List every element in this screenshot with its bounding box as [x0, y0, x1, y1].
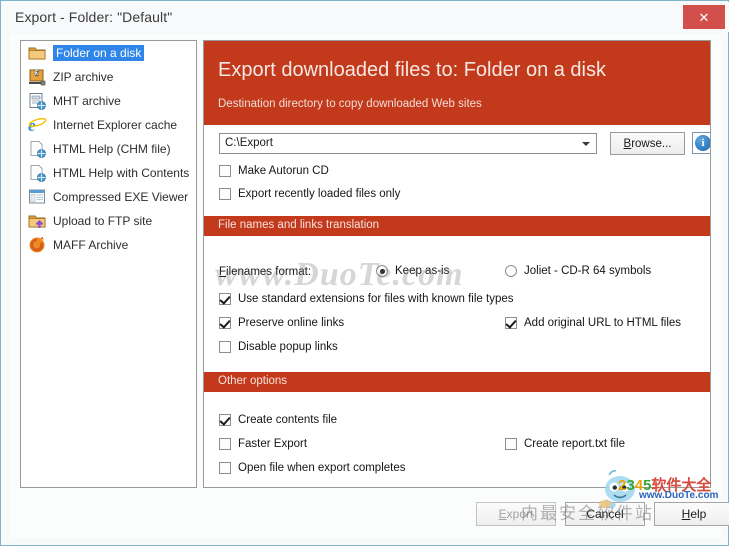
- checkbox-make-autorun-cd[interactable]: Make Autorun CD: [219, 165, 329, 177]
- chevron-down-icon[interactable]: [582, 142, 590, 146]
- browse-button-label-rest: rowse...: [631, 137, 672, 150]
- checkbox-label: Disable popup links: [238, 341, 338, 353]
- checkbox-box[interactable]: [219, 462, 231, 474]
- sidebar-item-compressed-exe-viewer[interactable]: Compressed EXE Viewer: [21, 185, 196, 209]
- checkbox-box[interactable]: [219, 293, 231, 305]
- cancel-button[interactable]: Cancel: [565, 502, 645, 526]
- title-bar: Export - Folder: "Default" ✕: [2, 2, 729, 32]
- checkbox-label: Use standard extensions for files with k…: [238, 293, 514, 305]
- destination-section: C:\Export Browse... i Make Autorun CD Ex…: [204, 125, 710, 216]
- sidebar-item-mht-archive[interactable]: MHT archive: [21, 89, 196, 113]
- dialog-button-bar: Export Cancel Help: [10, 496, 729, 538]
- mht-archive-icon: [27, 91, 47, 111]
- window-title: Export - Folder: "Default": [15, 9, 173, 25]
- maff-archive-icon: [27, 235, 47, 255]
- other-options-section: Create contents file Faster Export Open …: [204, 392, 710, 487]
- radio-button[interactable]: [376, 265, 388, 277]
- section-header-file-names: File names and links translation: [204, 216, 710, 236]
- checkbox-open-file-when-export-completes[interactable]: Open file when export completes: [219, 462, 405, 474]
- destination-section-label: Destination directory to copy downloaded…: [218, 98, 482, 110]
- sidebar-item-internet-explorer-cache[interactable]: e Internet Explorer cache: [21, 113, 196, 137]
- checkbox-preserve-online-links[interactable]: Preserve online links: [219, 317, 344, 329]
- browse-button[interactable]: Browse...: [610, 132, 685, 155]
- section-header-label: Other options: [218, 375, 288, 387]
- radio-label: Keep as-is: [395, 265, 450, 277]
- checkbox-box[interactable]: [219, 188, 231, 200]
- export-button[interactable]: Export: [476, 502, 556, 526]
- checkbox-label: Open file when export completes: [238, 462, 406, 474]
- checkbox-label: Create contents file: [238, 414, 338, 426]
- sidebar-item-folder-on-a-disk[interactable]: Folder on a disk: [21, 41, 196, 65]
- chm-contents-icon: [27, 163, 47, 183]
- info-button[interactable]: i: [692, 132, 710, 154]
- sidebar-item-label: Upload to FTP site: [53, 214, 153, 228]
- checkbox-faster-export[interactable]: Faster Export: [219, 438, 307, 450]
- checkbox-use-standard-extensions[interactable]: Use standard extensions for files with k…: [219, 293, 514, 305]
- sidebar-item-html-help-with-contents[interactable]: HTML Help with Contents: [21, 161, 196, 185]
- dialog-client-area: Folder on a disk Z ZIP archive MHT archi…: [10, 34, 729, 538]
- export-dialog-window: Export - Folder: "Default" ✕ Folder on a…: [0, 0, 729, 546]
- checkbox-box[interactable]: [219, 341, 231, 353]
- export-settings-panel: Export downloaded files to: Folder on a …: [203, 40, 711, 488]
- sidebar-item-label: ZIP archive: [53, 70, 114, 84]
- checkbox-box[interactable]: [505, 438, 517, 450]
- destination-directory-combobox[interactable]: C:\Export: [219, 133, 597, 154]
- ftp-upload-icon: [27, 211, 47, 231]
- svg-text:Z: Z: [35, 72, 39, 78]
- zip-archive-icon: Z: [27, 67, 47, 87]
- sidebar-item-label: Compressed EXE Viewer: [53, 190, 189, 204]
- checkbox-label: Preserve online links: [238, 317, 345, 329]
- chm-file-icon: [27, 139, 47, 159]
- checkbox-label: Faster Export: [238, 438, 308, 450]
- folder-icon: [27, 43, 47, 63]
- section-header-label: File names and links translation: [218, 219, 380, 231]
- sidebar-item-upload-to-ftp-site[interactable]: Upload to FTP site: [21, 209, 196, 233]
- sidebar-item-label: Internet Explorer cache: [53, 118, 178, 132]
- panel-hero-banner: Export downloaded files to: Folder on a …: [204, 41, 710, 125]
- checkbox-export-recently-loaded-files-only[interactable]: Export recently loaded files only: [219, 188, 400, 200]
- sidebar-item-label: HTML Help (CHM file): [53, 142, 171, 156]
- radio-keep-as-is[interactable]: Keep as-is: [376, 265, 449, 277]
- close-button[interactable]: ✕: [683, 5, 725, 29]
- checkbox-create-contents-file[interactable]: Create contents file: [219, 414, 337, 426]
- checkbox-box[interactable]: [219, 414, 231, 426]
- sidebar-item-label: MHT archive: [53, 94, 121, 108]
- file-names-section: Filenames format: Keep as-is Joliet - CD…: [204, 236, 710, 372]
- sidebar-item-html-help-chm[interactable]: HTML Help (CHM file): [21, 137, 196, 161]
- sidebar-item-zip-archive[interactable]: Z ZIP archive: [21, 65, 196, 89]
- checkbox-label: Add original URL to HTML files: [524, 317, 682, 329]
- radio-button[interactable]: [505, 265, 517, 277]
- radio-joliet-cdr-64-symbols[interactable]: Joliet - CD-R 64 symbols: [505, 265, 651, 277]
- destination-directory-value: C:\Export: [225, 137, 273, 149]
- sidebar-item-maff-archive[interactable]: MAFF Archive: [21, 233, 196, 257]
- checkbox-label: Create report.txt file: [524, 438, 625, 450]
- info-icon: i: [695, 135, 710, 151]
- checkbox-disable-popup-links[interactable]: Disable popup links: [219, 341, 338, 353]
- exe-viewer-icon: [27, 187, 47, 207]
- checkbox-add-original-url-to-html-files[interactable]: Add original URL to HTML files: [505, 317, 681, 329]
- export-format-list[interactable]: Folder on a disk Z ZIP archive MHT archi…: [20, 40, 197, 488]
- checkbox-box[interactable]: [219, 317, 231, 329]
- sidebar-item-label: Folder on a disk: [53, 45, 145, 61]
- radio-label: Joliet - CD-R 64 symbols: [524, 265, 652, 277]
- checkbox-create-report-txt-file[interactable]: Create report.txt file: [505, 438, 625, 450]
- checkbox-box[interactable]: [219, 165, 231, 177]
- checkbox-box[interactable]: [219, 438, 231, 450]
- checkbox-box[interactable]: [505, 317, 517, 329]
- sidebar-item-label: HTML Help with Contents: [53, 166, 190, 180]
- internet-explorer-icon: e: [27, 115, 47, 135]
- sidebar-item-label: MAFF Archive: [53, 238, 129, 252]
- filenames-format-label: Filenames format:: [219, 266, 312, 278]
- checkbox-label: Export recently loaded files only: [238, 188, 401, 200]
- page-title: Export downloaded files to: Folder on a …: [218, 59, 606, 81]
- checkbox-label: Make Autorun CD: [238, 165, 329, 177]
- help-button[interactable]: Help: [654, 502, 729, 526]
- section-header-other-options: Other options: [204, 372, 710, 392]
